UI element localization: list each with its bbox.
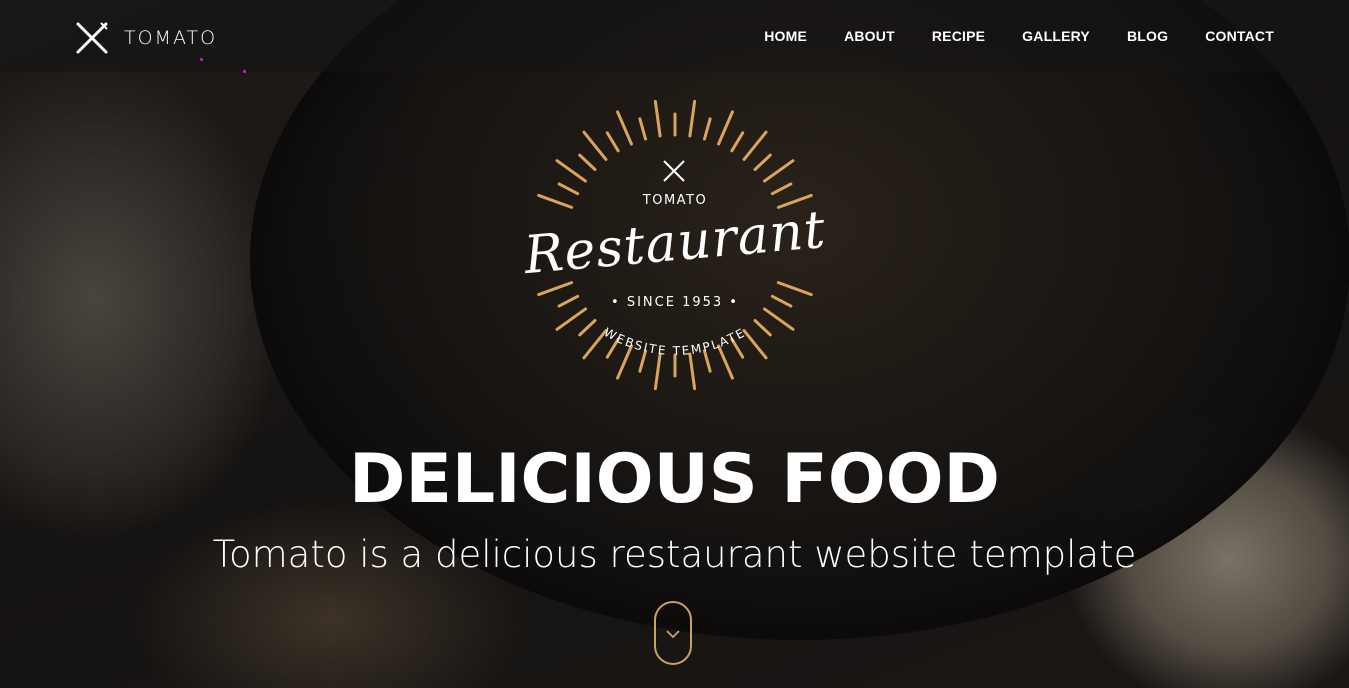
scroll-down-button[interactable]	[654, 601, 692, 665]
sunburst-ray	[742, 329, 768, 360]
decorative-dot	[243, 70, 246, 73]
crossed-fork-knife-icon	[76, 22, 108, 54]
nav-gallery[interactable]: GALLERY	[1022, 28, 1090, 44]
nav-recipe[interactable]: RECIPE	[932, 28, 985, 44]
badge-since: • SINCE 1953 •	[611, 295, 739, 310]
svg-text:WEBSITE TEMPLATE: WEBSITE TEMPLATE	[602, 325, 749, 358]
sunburst-ray	[688, 352, 697, 391]
main-nav: HOME ABOUT RECIPE GALLERY BLOG CONTACT	[727, 28, 1274, 44]
nav-home[interactable]: HOME	[764, 28, 807, 44]
sunburst-ray	[555, 159, 588, 183]
sunburst-ray	[582, 329, 608, 360]
sunburst-ray	[582, 130, 608, 161]
badge-tagline: WEBSITE TEMPLATE	[602, 325, 747, 358]
sunburst-ray	[616, 344, 633, 380]
sunburst-ray	[653, 352, 662, 391]
sunburst-ray	[688, 99, 697, 138]
sunburst-ray	[578, 153, 597, 172]
sunburst-ray	[578, 318, 597, 337]
sunburst-ray	[702, 117, 712, 141]
sunburst-ray	[653, 99, 662, 138]
sunburst-ray	[638, 117, 648, 141]
sunburst-ray	[742, 130, 768, 161]
sunburst-ray	[753, 318, 772, 337]
restaurant-badge: WEBSITE TEMPLATE TOMATO Restaurant • SIN…	[480, 95, 870, 415]
hero-headline: DELICIOUS FOOD	[349, 440, 1000, 519]
brand-name: TOMATO	[124, 27, 218, 49]
sunburst-ray	[616, 110, 633, 146]
sunburst-ray	[776, 281, 813, 297]
hero-subline: Tomato is a delicious restaurant website…	[212, 533, 1137, 576]
sunburst-ray	[730, 131, 745, 153]
nav-about[interactable]: ABOUT	[844, 28, 895, 44]
sunburst-ray	[717, 344, 734, 380]
nav-contact[interactable]: CONTACT	[1205, 28, 1274, 44]
sunburst-ray	[717, 110, 734, 146]
sunburst-ray	[605, 131, 620, 153]
sunburst-ray	[762, 307, 795, 331]
nav-blog[interactable]: BLOG	[1127, 28, 1168, 44]
chevron-down-icon	[666, 630, 680, 639]
navbar: TOMATO HOME ABOUT RECIPE GALLERY BLOG CO…	[0, 0, 1349, 73]
brand-logo[interactable]: TOMATO	[74, 20, 217, 56]
decorative-dot	[200, 58, 203, 61]
sunburst-ray	[555, 307, 588, 331]
sunburst-ray	[762, 159, 795, 183]
sunburst-ray	[753, 153, 772, 172]
